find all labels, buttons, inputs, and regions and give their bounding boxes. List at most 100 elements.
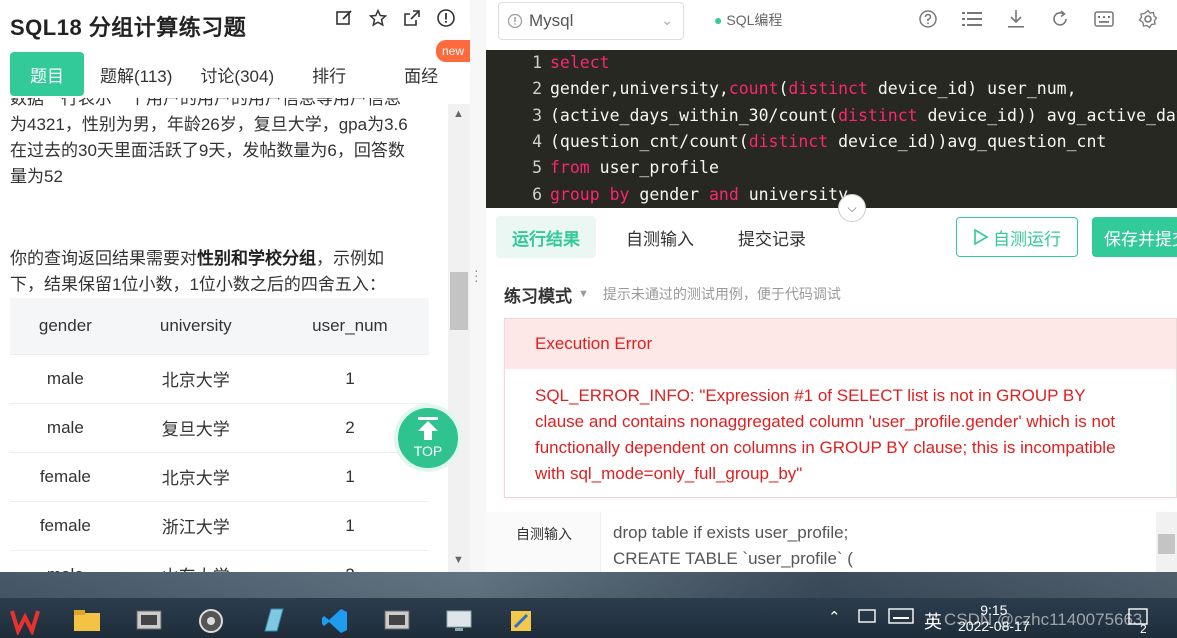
settings-app-icon[interactable] (196, 606, 226, 636)
network-tool-icon[interactable] (506, 606, 536, 636)
code-keyword: from (550, 158, 590, 178)
output-requirement: 你的查询返回结果需要对性别和学校分组，示例如 下，结果保留1位小数，1位小数之后… (10, 249, 386, 294)
error-panel: Execution Error SQL_ERROR_INFO: "Express… (504, 318, 1177, 498)
code-keyword: distinct (838, 105, 918, 125)
example-table: gender university user_num male 北京大学 1 m… (10, 298, 429, 572)
refresh-icon[interactable] (1049, 8, 1071, 30)
self-test-scrollbar[interactable] (1156, 512, 1177, 572)
input-line: drop table if exists user_profile; (613, 523, 849, 542)
code-text: device_id))avg_question_cnt (828, 131, 1107, 151)
notebook-app-icon[interactable] (258, 606, 288, 636)
code-keyword: and (708, 184, 739, 204)
scroll-thumb[interactable] (450, 272, 468, 330)
column-header: user_num (270, 298, 429, 354)
caret-down-icon[interactable]: ▼ (578, 288, 589, 300)
table-cell: 浙江大学 (120, 500, 271, 550)
desc-line: 量为52 (10, 167, 63, 186)
result-tabs: 运行结果 自测输入 提交记录 自测运行 保存并提交 (486, 208, 1177, 268)
code-text: (question_cnt/count( (550, 131, 749, 151)
code-text: gender,university, (550, 79, 729, 99)
save-and-submit-button[interactable]: 保存并提交 (1092, 217, 1177, 257)
code-text: (active_days_within_30/count( (550, 105, 839, 125)
keyboard-icon[interactable] (1093, 8, 1115, 30)
scroll-down-arrow-icon[interactable]: ▼ (453, 554, 464, 566)
tab-solutions[interactable]: 题解(113) (88, 52, 184, 96)
list-icon[interactable] (961, 8, 983, 30)
code-keyword: select (550, 53, 610, 72)
line-number: 5 (532, 158, 542, 178)
mode-hint: 提示未通过的测试用例，便于代码调试 (602, 286, 841, 302)
table-cell: 山东大学 (120, 549, 271, 572)
problem-scrollbar[interactable]: ▲ ▼ (448, 104, 470, 572)
table-row: male 山东大学 2 (10, 549, 429, 572)
desc-line: 在过去的30天里面活跃了9天，发帖数量为6，回答数 (10, 141, 405, 160)
self-test-input[interactable]: drop table if exists user_profile; CREAT… (600, 512, 1156, 572)
tab-self-test-input[interactable]: 自测输入 (610, 216, 710, 258)
star-icon[interactable] (368, 8, 388, 28)
code-line[interactable]: 1 select (486, 50, 610, 76)
title-actions (334, 8, 456, 28)
screen: SQL18 分组计算练习题 题目 题解(113) 讨论(304) 排行 面经 n… (0, 0, 1177, 638)
report-icon[interactable] (436, 8, 456, 28)
scroll-up-arrow-icon[interactable]: ▲ (453, 108, 464, 120)
editor-tools (917, 8, 1159, 30)
problem-panel: SQL18 分组计算练习题 题目 题解(113) 讨论(304) 排行 面经 n… (0, 0, 470, 572)
file-explorer-icon[interactable] (72, 606, 102, 636)
tab-ranking[interactable]: 排行 (300, 52, 358, 96)
line-number: 4 (532, 131, 542, 151)
code-line[interactable]: 4 (question_cnt/count(distinct device_id)… (486, 129, 1106, 155)
self-run-button[interactable]: 自测运行 (956, 217, 1078, 257)
virtual-machine-icon[interactable] (382, 606, 412, 636)
problem-description: 数据一行表示一个用户的用户的用户信息等用户信息 为4321，性别为男，年龄26岁… (10, 98, 440, 190)
table-row: female 浙江大学 1 (10, 500, 429, 550)
table-cell: male (10, 402, 121, 452)
code-line[interactable]: 6 group by gender and university (486, 182, 848, 208)
virtual-machine-icon[interactable] (134, 606, 164, 636)
tab-problem[interactable]: 题目 (10, 52, 84, 96)
help-icon[interactable] (917, 8, 939, 30)
table-cell: 1 (270, 500, 429, 550)
code-line[interactable]: 3 (active_days_within_30/count(distinct d… (486, 103, 1177, 129)
share-icon[interactable] (402, 8, 422, 28)
language-select[interactable]: Mysql ⌄ (498, 2, 684, 40)
column-header: university (120, 298, 271, 354)
emphasis-text: 性别和学校分组 (197, 249, 316, 268)
panel-resize-handle[interactable]: · · · (470, 0, 486, 572)
code-keyword: group by (550, 184, 630, 204)
arrow-up-icon (418, 417, 438, 440)
wps-office-icon[interactable] (10, 606, 40, 636)
column-header: gender (10, 298, 121, 354)
table-cell: 北京大学 (120, 451, 271, 501)
code-text: device_id)) avg_active_day, (917, 105, 1177, 125)
code-keyword: distinct (748, 131, 829, 151)
ime-indicator[interactable]: 英 (924, 608, 942, 634)
code-text: ( (778, 79, 789, 99)
scroll-thumb[interactable] (1158, 534, 1175, 554)
tab-discussion[interactable]: 讨论(304) (188, 52, 286, 96)
table-cell: 1 (270, 353, 429, 403)
chevron-up-icon[interactable]: ⌃ (828, 608, 841, 626)
remote-desktop-icon[interactable] (444, 606, 474, 636)
new-badge: new (435, 40, 470, 62)
keyboard-icon[interactable] (888, 608, 914, 628)
code-editor[interactable]: 1 select 2 gender,university,count(distinct… (486, 50, 1177, 208)
vscode-icon[interactable] (320, 606, 350, 636)
tab-run-result[interactable]: 运行结果 (496, 216, 596, 258)
download-icon[interactable] (1005, 8, 1027, 30)
edit-icon[interactable] (334, 8, 354, 28)
gear-icon[interactable] (1137, 8, 1159, 30)
chevron-down-icon: ⌄ (661, 12, 673, 28)
code-line[interactable]: 2 gender,university,count(distinct device… (486, 76, 1076, 102)
code-line[interactable]: 5 from user_profile (486, 155, 719, 181)
page-title: SQL18 分组计算练习题 (10, 15, 247, 40)
network-icon[interactable] (858, 608, 878, 630)
drag-dots-icon: · · · (474, 262, 479, 288)
editor-panel: Mysql ⌄ ● SQL编程 1 select 2 gender,universit… (486, 0, 1177, 572)
tab-submission-history[interactable]: 提交记录 (722, 216, 822, 258)
table-cell: 复旦大学 (120, 402, 271, 452)
back-to-top-button[interactable]: TOP (394, 404, 462, 472)
info-icon (507, 13, 523, 29)
desc-line: 为4321，性别为男，年龄26岁，复旦大学，gpa为3.6 (10, 115, 408, 134)
practice-mode-dropdown[interactable]: 练习模式 (504, 282, 572, 307)
input-line: CREATE TABLE `user_profile` ( (613, 549, 853, 568)
